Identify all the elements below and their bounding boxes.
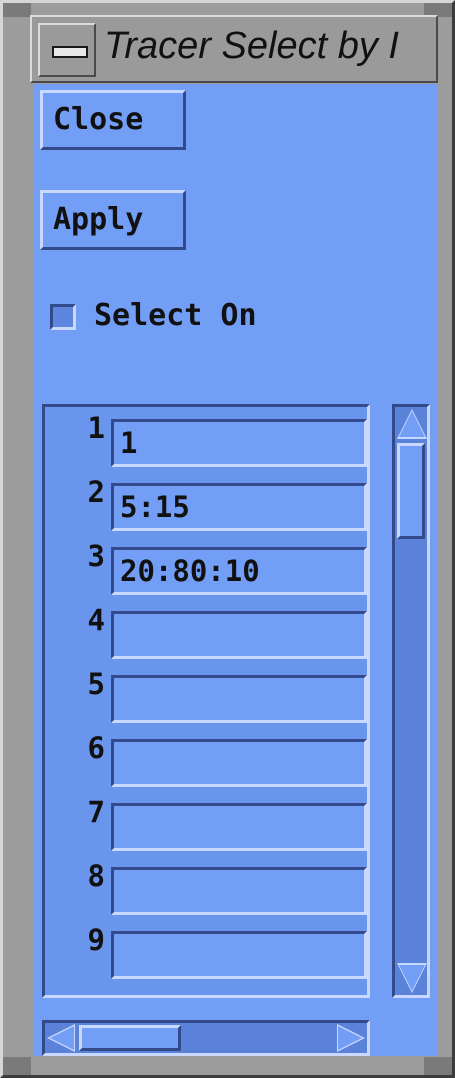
row-input[interactable] — [111, 931, 367, 979]
list-item: 7 — [45, 795, 367, 851]
scroll-left-arrow-fill — [50, 1026, 74, 1050]
row-input[interactable] — [111, 675, 367, 723]
frame-corner-bottom-left[interactable] — [3, 1057, 31, 1075]
row-input[interactable] — [111, 611, 367, 659]
list-item: 8 — [45, 859, 367, 915]
row-input[interactable] — [111, 867, 367, 915]
row-input[interactable]: 1 — [111, 419, 367, 467]
row-index: 7 — [87, 795, 105, 829]
window-title: Tracer Select by I — [104, 25, 399, 67]
scroll-right-arrow-fill — [338, 1026, 362, 1050]
close-button[interactable]: Close — [40, 90, 186, 150]
select-on-toggle[interactable]: Select On — [48, 292, 348, 342]
horizontal-scrollbar[interactable] — [42, 1020, 370, 1056]
row-index: 9 — [87, 923, 105, 957]
row-input[interactable]: 20:80:10 — [111, 547, 367, 595]
vertical-scrollbar[interactable] — [392, 404, 430, 998]
select-on-checkbox[interactable] — [50, 304, 76, 330]
dialog-body: Close Apply Select On 1 1 2 5:15 3 20:80… — [34, 84, 438, 1056]
row-input[interactable] — [111, 803, 367, 851]
row-index: 6 — [87, 731, 105, 765]
list-item: 3 20:80:10 — [45, 539, 367, 595]
row-index: 1 — [87, 411, 105, 445]
row-index: 4 — [87, 603, 105, 637]
vertical-scroll-thumb[interactable] — [397, 443, 425, 539]
frame-corner-bottom-right[interactable] — [424, 1057, 452, 1075]
row-input[interactable]: 5:15 — [111, 483, 367, 531]
list-item: 1 1 — [45, 411, 367, 467]
row-index: 5 — [87, 667, 105, 701]
row-index: 8 — [87, 859, 105, 893]
scroll-down-arrow-fill — [399, 965, 425, 991]
frame-corner-top-left[interactable] — [3, 3, 31, 17]
row-input[interactable] — [111, 739, 367, 787]
horizontal-scroll-thumb[interactable] — [79, 1025, 181, 1051]
window-menu-button[interactable] — [38, 23, 96, 77]
window-menu-icon — [52, 46, 88, 58]
list-item: 9 — [45, 923, 367, 979]
tracer-list: 1 1 2 5:15 3 20:80:10 4 5 6 7 8 9 — [42, 404, 370, 998]
scroll-up-arrow-fill — [399, 411, 425, 437]
list-item: 2 5:15 — [45, 475, 367, 531]
title-bar[interactable]: Tracer Select by I — [30, 15, 438, 83]
select-on-label: Select On — [94, 298, 257, 333]
apply-button[interactable]: Apply — [40, 190, 186, 250]
row-index: 3 — [87, 539, 105, 573]
list-item: 4 — [45, 603, 367, 659]
list-item: 5 — [45, 667, 367, 723]
list-item: 6 — [45, 731, 367, 787]
row-index: 2 — [87, 475, 105, 509]
